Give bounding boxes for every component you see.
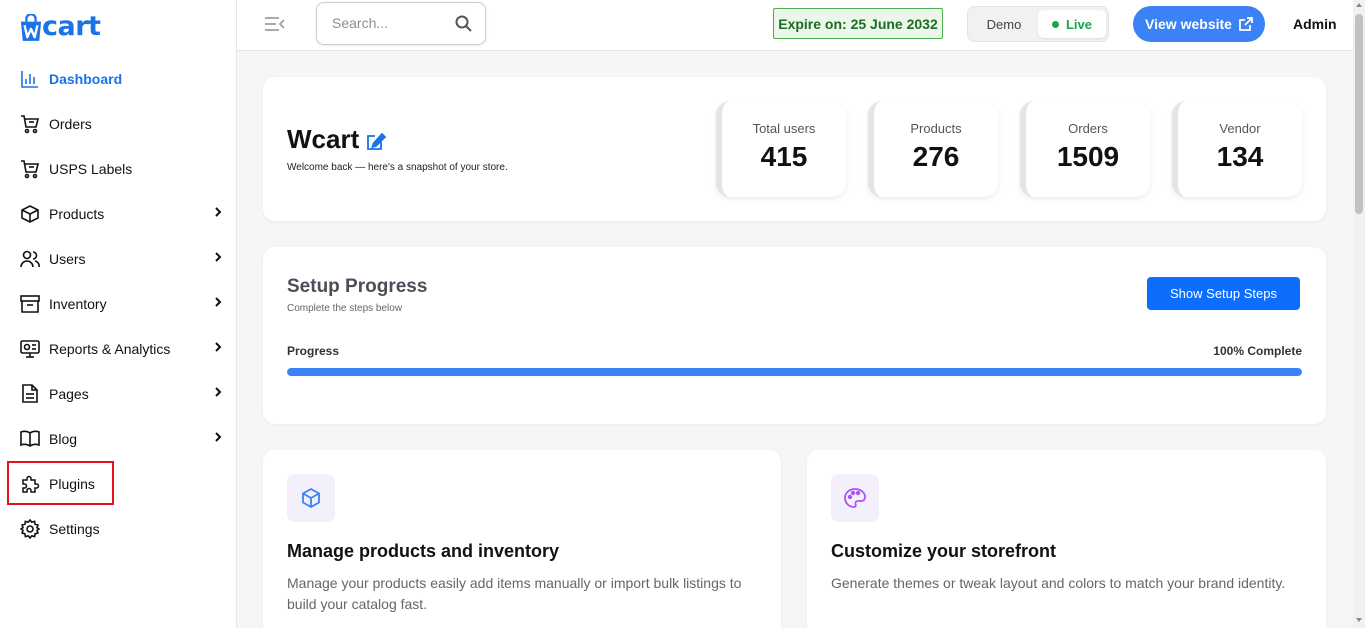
topbar: Expire on: 25 June 2032 Demo Live View w… (237, 0, 1353, 51)
cart-icon (20, 159, 40, 179)
sidebar-item-label: Pages (49, 385, 89, 402)
gear-icon (20, 518, 40, 539)
users-icon (20, 249, 40, 269)
mode-switch[interactable]: Demo Live (967, 6, 1109, 42)
show-setup-steps-button[interactable]: Show Setup Steps (1147, 277, 1300, 310)
stat-card-products: Products 276 (868, 101, 998, 197)
sidebar-item-products[interactable]: Products (0, 191, 237, 236)
sidebar-item-inventory[interactable]: Inventory (0, 281, 237, 326)
sidebar-item-label: Users (49, 250, 86, 267)
plugins-highlight-box (7, 461, 114, 505)
setup-progress-card: Setup Progress Complete the steps below … (263, 247, 1326, 424)
stat-value: 415 (760, 141, 808, 172)
chevron-right-icon (215, 342, 222, 352)
palette-icon (831, 474, 879, 522)
setup-title: Setup Progress (287, 276, 428, 297)
sidebar-item-users[interactable]: Users (0, 236, 237, 281)
user-menu[interactable]: Admin (1293, 16, 1337, 32)
feature-title: Customize your storefront (831, 541, 1057, 561)
sidebar-item-label: USPS Labels (49, 160, 133, 177)
welcome-card: Wcart Welcome back — here's a snapshot o… (263, 77, 1326, 221)
scroll-up-icon[interactable] (1356, 3, 1362, 7)
stat-value: 1509 (1056, 141, 1120, 172)
search-box[interactable] (316, 2, 486, 45)
sidebar-item-pages[interactable]: Pages (0, 371, 237, 416)
stat-card-vendor: Vendor 134 (1172, 101, 1302, 197)
bar-chart-icon (20, 69, 40, 89)
box-icon (20, 204, 40, 224)
chevron-right-icon (215, 432, 222, 442)
stat-card-total-users: Total users 415 (716, 101, 846, 197)
cube-icon (287, 474, 335, 522)
sidebar-item-usps-labels[interactable]: USPS Labels (0, 146, 237, 191)
stat-label: Vendor (1219, 121, 1261, 136)
expiry-badge: Expire on: 25 June 2032 (773, 8, 943, 39)
edit-icon[interactable] (366, 132, 387, 151)
page-scrollbar[interactable] (1353, 0, 1365, 628)
external-link-icon (1239, 17, 1253, 31)
menu-collapse-icon[interactable] (264, 15, 286, 33)
cart-icon (20, 114, 40, 134)
mode-demo-option[interactable]: Demo (976, 11, 1032, 38)
progress-label: Progress (287, 344, 340, 358)
feature-title: Manage products and inventory (287, 541, 560, 561)
sidebar-item-dashboard[interactable]: Dashboard (0, 56, 237, 101)
stat-label: Products (910, 121, 962, 136)
sidebar-item-reports-analytics[interactable]: Reports & Analytics (0, 326, 237, 371)
scroll-down-icon[interactable] (1356, 618, 1362, 622)
progress-bar (287, 368, 1302, 376)
sidebar-item-label: Inventory (49, 295, 107, 312)
view-website-button[interactable]: View website (1133, 6, 1265, 42)
store-title: Wcart (287, 124, 387, 155)
stat-label: Total users (752, 121, 816, 136)
sidebar-item-blog[interactable]: Blog (0, 416, 237, 461)
sidebar-item-orders[interactable]: Orders (0, 101, 237, 146)
sidebar-item-settings[interactable]: Settings (0, 506, 237, 551)
stat-value: 134 (1216, 141, 1264, 172)
search-input[interactable] (332, 15, 447, 31)
stat-value: 276 (912, 141, 960, 172)
sidebar-item-label: Blog (49, 430, 78, 447)
archive-icon (20, 294, 40, 314)
scroll-thumb[interactable] (1355, 14, 1363, 214)
feature-description: Manage your products easily add items ma… (287, 575, 742, 612)
live-dot-icon (1051, 20, 1059, 28)
progress-bar-fill (287, 368, 1302, 376)
sidebar-item-label: Dashboard (49, 70, 123, 87)
feature-card-products[interactable]: Manage products and inventory Manage you… (263, 450, 781, 628)
progress-percent: 100% Complete (1213, 344, 1302, 358)
mode-live-label: Live (1065, 16, 1092, 32)
sidebar-item-label: Settings (49, 520, 100, 537)
sidebar-item-label: Reports & Analytics (49, 340, 171, 357)
feature-card-storefront[interactable]: Customize your storefront Generate theme… (807, 450, 1326, 628)
sidebar-item-label: Orders (49, 115, 92, 132)
view-website-label: View website (1145, 16, 1232, 32)
setup-subtitle: Complete the steps below (287, 303, 403, 314)
welcome-subtitle: Welcome back — here's a snapshot of your… (287, 162, 508, 173)
chevron-right-icon (215, 297, 222, 307)
feature-description: Generate themes or tweak layout and colo… (831, 575, 1286, 591)
wcart-logo[interactable]: cart (20, 6, 101, 42)
stat-card-orders: Orders 1509 (1020, 101, 1150, 197)
book-icon (20, 429, 40, 449)
search-icon[interactable] (455, 15, 472, 32)
mode-live-option[interactable]: Live (1038, 10, 1106, 38)
store-name: Wcart (287, 124, 360, 154)
chevron-right-icon (215, 387, 222, 397)
sidebar: cart Dashboard Orders USPS Labels Produc… (0, 0, 237, 628)
logo-text: cart (42, 11, 101, 42)
logo-bag-icon (20, 14, 42, 41)
chevron-right-icon (215, 207, 222, 217)
stat-label: Orders (1068, 121, 1108, 136)
file-icon (20, 384, 40, 404)
chevron-right-icon (215, 252, 222, 262)
report-icon (20, 339, 40, 359)
sidebar-item-label: Products (49, 205, 105, 222)
